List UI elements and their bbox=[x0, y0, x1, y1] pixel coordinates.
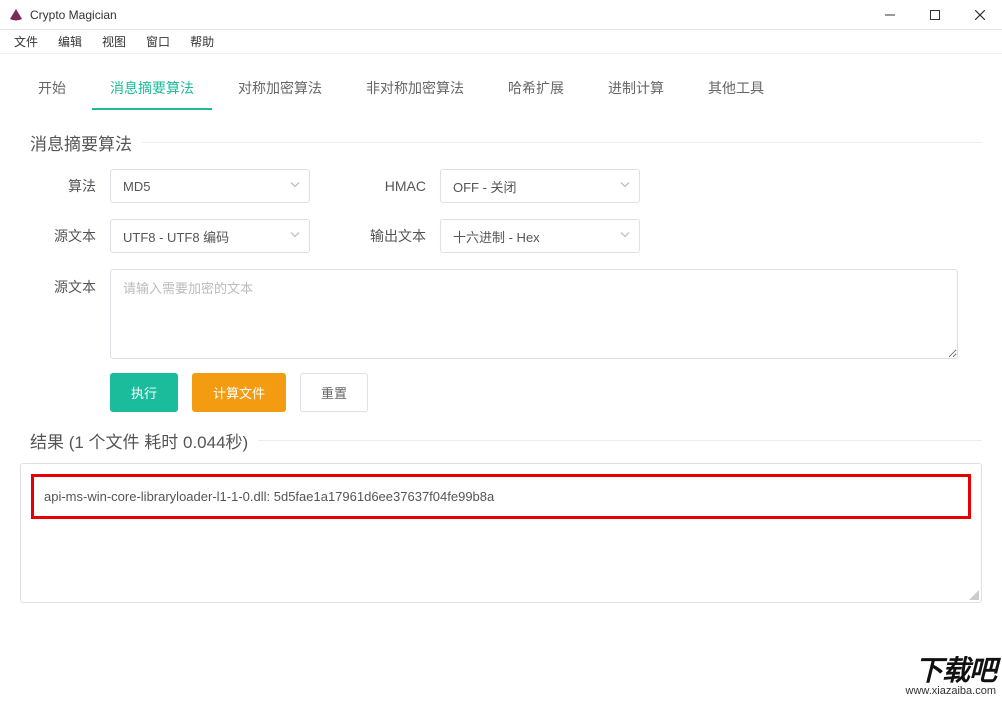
maximize-button[interactable] bbox=[912, 0, 957, 30]
section-title: 消息摘要算法 bbox=[20, 130, 142, 155]
menu-edit[interactable]: 编辑 bbox=[48, 31, 92, 52]
close-button[interactable] bbox=[957, 0, 1002, 30]
chevron-down-icon bbox=[289, 179, 301, 194]
select-source-encoding[interactable]: UTF8 - UTF8 编码 bbox=[110, 219, 310, 253]
tab-other[interactable]: 其他工具 bbox=[690, 68, 782, 110]
menu-help[interactable]: 帮助 bbox=[180, 31, 224, 52]
result-text[interactable]: api-ms-win-core-libraryloader-l1-1-0.dll… bbox=[31, 474, 971, 519]
compute-file-button[interactable]: 计算文件 bbox=[192, 373, 286, 412]
watermark-url: www.xiazaiba.com bbox=[856, 685, 996, 697]
source-text-input[interactable] bbox=[110, 269, 958, 359]
select-algorithm-value: MD5 bbox=[123, 179, 150, 194]
chevron-down-icon bbox=[289, 229, 301, 244]
chevron-down-icon bbox=[619, 229, 631, 244]
tab-hashext[interactable]: 哈希扩展 bbox=[490, 68, 582, 110]
window-title: Crypto Magician bbox=[30, 8, 867, 22]
select-output-encoding-value: 十六进制 - Hex bbox=[453, 227, 540, 246]
watermark: 下载吧 www.xiazaiba.com bbox=[856, 657, 996, 707]
tab-digest[interactable]: 消息摘要算法 bbox=[92, 68, 212, 110]
tab-radix[interactable]: 进制计算 bbox=[590, 68, 682, 110]
resize-handle[interactable] bbox=[969, 590, 979, 600]
label-source-encoding: 源文本 bbox=[20, 226, 110, 246]
tab-bar: 开始 消息摘要算法 对称加密算法 非对称加密算法 哈希扩展 进制计算 其他工具 bbox=[0, 54, 1002, 110]
menubar: 文件 编辑 视图 窗口 帮助 bbox=[0, 30, 1002, 54]
tab-symmetric[interactable]: 对称加密算法 bbox=[220, 68, 340, 110]
select-source-encoding-value: UTF8 - UTF8 编码 bbox=[123, 227, 229, 246]
menu-file[interactable]: 文件 bbox=[4, 31, 48, 52]
watermark-logo: 下载吧 bbox=[856, 657, 996, 685]
label-hmac: HMAC bbox=[350, 178, 440, 194]
select-hmac-value: OFF - 关闭 bbox=[453, 177, 517, 196]
label-output-encoding: 输出文本 bbox=[350, 226, 440, 246]
minimize-button[interactable] bbox=[867, 0, 912, 30]
result-box: api-ms-win-core-libraryloader-l1-1-0.dll… bbox=[20, 463, 982, 603]
window-buttons bbox=[867, 0, 1002, 30]
select-algorithm[interactable]: MD5 bbox=[110, 169, 310, 203]
execute-button[interactable]: 执行 bbox=[110, 373, 178, 412]
tab-asymmetric[interactable]: 非对称加密算法 bbox=[348, 68, 482, 110]
titlebar: Crypto Magician bbox=[0, 0, 1002, 30]
label-algorithm: 算法 bbox=[20, 176, 110, 196]
menu-view[interactable]: 视图 bbox=[92, 31, 136, 52]
result-section: 结果 (1 个文件 耗时 0.044秒) api-ms-win-core-lib… bbox=[20, 428, 982, 603]
digest-section: 消息摘要算法 算法 MD5 HMAC OFF - 关闭 源文本 UTF8 - U… bbox=[20, 130, 982, 422]
menu-window[interactable]: 窗口 bbox=[136, 31, 180, 52]
select-output-encoding[interactable]: 十六进制 - Hex bbox=[440, 219, 640, 253]
label-source-text: 源文本 bbox=[20, 269, 110, 297]
tab-start[interactable]: 开始 bbox=[20, 68, 84, 110]
app-icon bbox=[8, 7, 24, 23]
reset-button[interactable]: 重置 bbox=[300, 373, 368, 412]
select-hmac[interactable]: OFF - 关闭 bbox=[440, 169, 640, 203]
chevron-down-icon bbox=[619, 179, 631, 194]
result-title: 结果 (1 个文件 耗时 0.044秒) bbox=[20, 428, 258, 453]
